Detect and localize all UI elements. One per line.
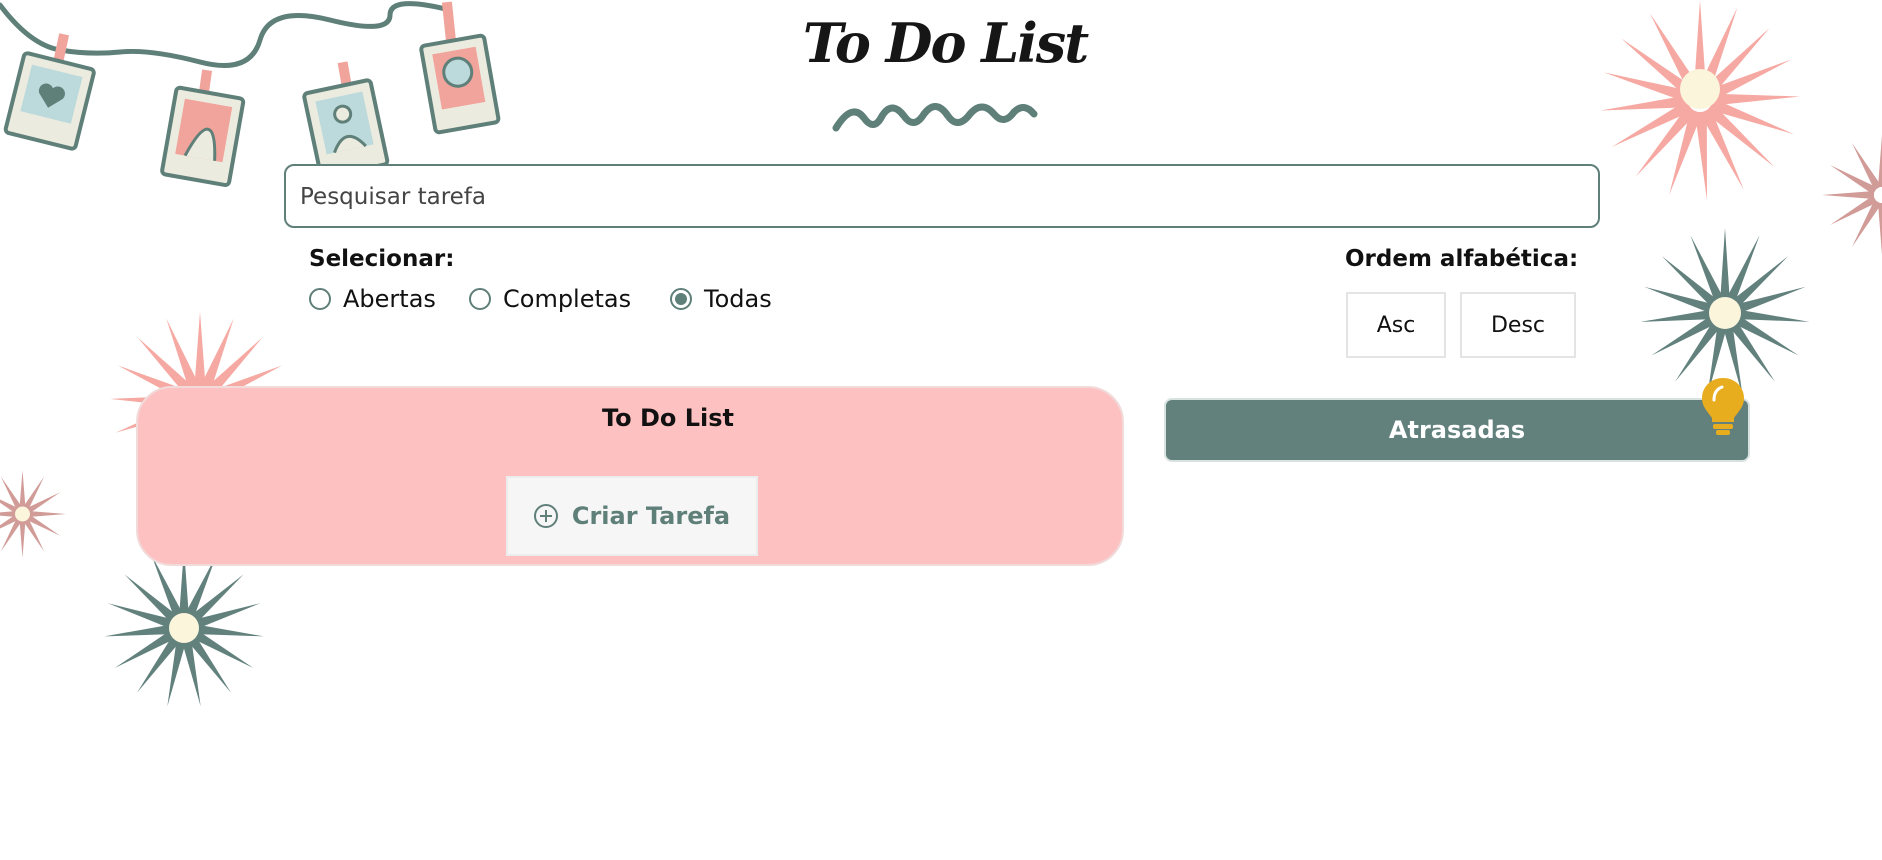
create-task-label: Criar Tarefa — [571, 502, 731, 530]
todo-panel-title: To Do List — [601, 404, 735, 432]
radio-abertas[interactable] — [309, 288, 331, 310]
filter-option-label: Todas — [704, 285, 772, 313]
teal-flower-decoration — [1640, 228, 1810, 397]
pink-flower-decoration — [1600, 0, 1800, 200]
filter-option-label: Abertas — [343, 285, 436, 313]
rose-flower-decoration — [1822, 135, 1882, 255]
radio-completas[interactable] — [469, 288, 491, 310]
filter-option-label: Completas — [503, 285, 632, 313]
teal-flower-decoration — [104, 548, 264, 707]
filter-option-abertas[interactable]: Abertas — [309, 284, 436, 314]
filter-option-completas[interactable]: Completas — [469, 284, 631, 314]
radio-todas[interactable] — [670, 288, 692, 310]
search-input[interactable] — [298, 166, 1592, 228]
plus-circle-icon — [533, 504, 558, 528]
sort-asc-button[interactable]: Asc — [1346, 292, 1446, 358]
todo-list-panel: To Do List Criar Tarefa — [136, 386, 1124, 566]
filter-option-todas[interactable]: Todas — [670, 284, 772, 314]
squiggle-underline — [832, 103, 1038, 132]
page-title: To Do List — [802, 11, 1089, 75]
overdue-label: Atrasadas — [1388, 416, 1526, 444]
search-box — [284, 164, 1600, 228]
rose-flower-decoration — [0, 470, 66, 558]
filter-label: Selecionar: — [309, 246, 455, 272]
sort-label: Ordem alfabética: — [1345, 246, 1579, 272]
overdue-button[interactable]: Atrasadas — [1164, 398, 1750, 462]
create-task-button[interactable]: Criar Tarefa — [506, 476, 758, 556]
sort-desc-button[interactable]: Desc — [1460, 292, 1576, 358]
